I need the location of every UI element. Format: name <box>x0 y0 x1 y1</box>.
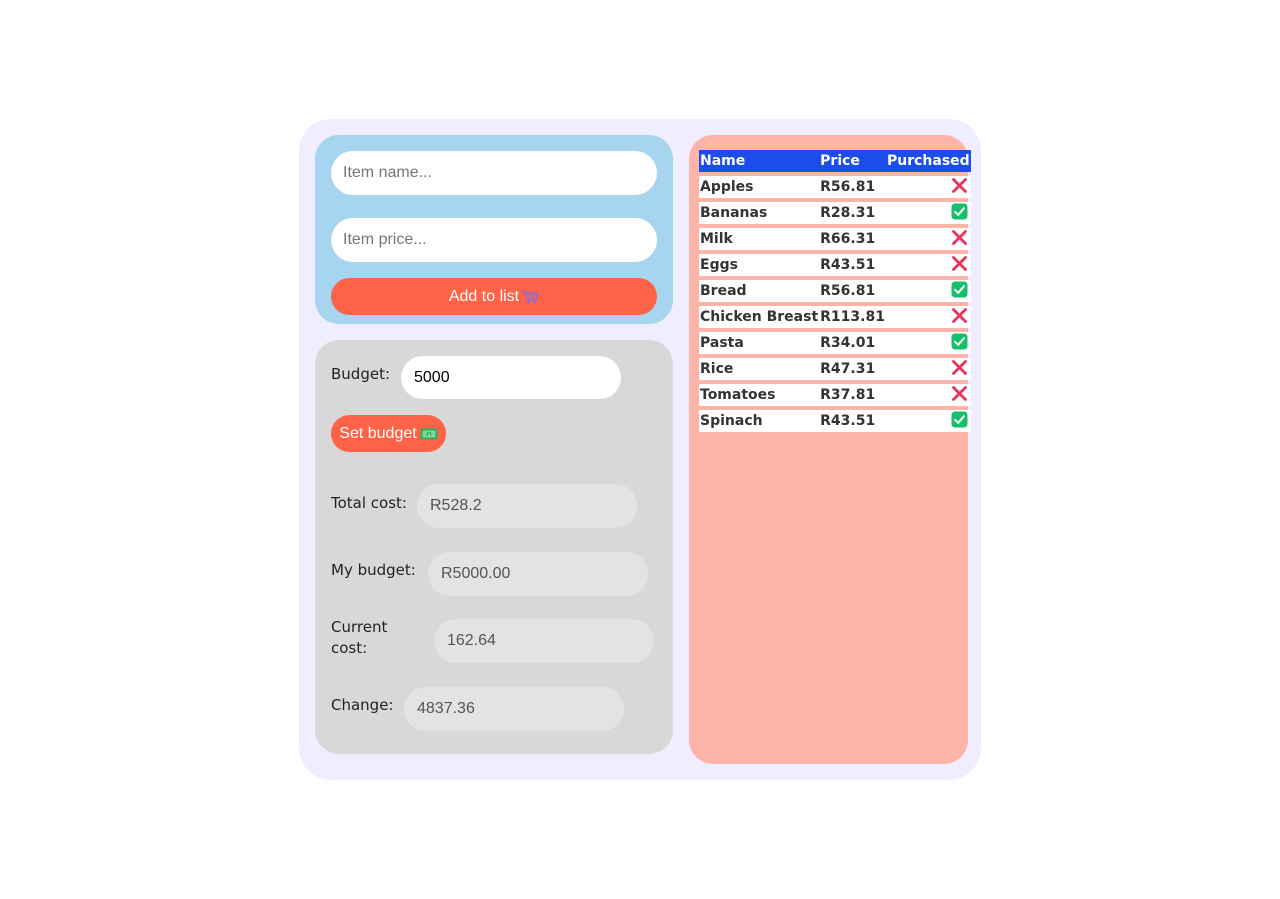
item-name-input[interactable] <box>331 151 657 195</box>
check-icon[interactable] <box>951 333 968 354</box>
budget-label: Budget: <box>331 365 391 383</box>
x-icon[interactable] <box>951 307 968 328</box>
shopping-list-table: Name Price Purchased Apples R56.81 Bananas… <box>699 146 971 436</box>
budget-card: Budget: Set budget $ Total cost: R528.2 … <box>315 340 673 754</box>
item-name-cell: Milk <box>699 228 820 250</box>
item-purchased-cell <box>885 332 971 354</box>
item-name-cell: Tomatoes <box>699 384 820 406</box>
app-container: Add to list Budget: Set budget $ <box>299 119 981 780</box>
my-budget-label: My budget: <box>331 561 416 579</box>
check-icon[interactable] <box>951 203 968 224</box>
total-cost-label: Total cost: <box>331 494 407 512</box>
table-row: Eggs R43.51 <box>699 254 971 276</box>
table-row: Chicken Breast R113.81 <box>699 306 971 328</box>
table-row: Bread R56.81 <box>699 280 971 302</box>
item-purchased-cell <box>885 176 971 198</box>
add-item-card: Add to list <box>315 135 673 324</box>
item-name-cell: Spinach <box>699 410 820 432</box>
item-price-cell: R43.51 <box>819 410 886 432</box>
current-cost-value: 162.64 <box>434 619 654 663</box>
item-name-cell: Apples <box>699 176 820 198</box>
item-price-cell: R47.31 <box>819 358 886 380</box>
item-price-cell: R56.81 <box>819 176 886 198</box>
item-purchased-cell <box>885 228 971 250</box>
item-price-cell: R37.81 <box>819 384 886 406</box>
table-row: Pasta R34.01 <box>699 332 971 354</box>
item-purchased-cell <box>885 410 971 432</box>
money-icon: $ <box>420 427 438 441</box>
x-icon[interactable] <box>951 229 968 250</box>
table-row: Milk R66.31 <box>699 228 971 250</box>
item-name-cell: Eggs <box>699 254 820 276</box>
check-icon[interactable] <box>951 281 968 302</box>
item-name-cell: Rice <box>699 358 820 380</box>
shopping-list-card: Name Price Purchased Apples R56.81 Bananas… <box>689 135 971 764</box>
total-cost-value: R528.2 <box>417 484 637 528</box>
column-header-purchased: Purchased <box>885 150 971 172</box>
my-budget-value: R5000.00 <box>428 552 648 596</box>
x-icon[interactable] <box>951 177 968 198</box>
item-name-cell: Bananas <box>699 202 820 224</box>
item-name-cell: Bread <box>699 280 820 302</box>
change-label: Change: <box>331 696 394 714</box>
item-purchased-cell <box>885 384 971 406</box>
change-value: 4837.36 <box>404 687 624 731</box>
item-purchased-cell <box>885 280 971 302</box>
item-purchased-cell <box>885 202 971 224</box>
x-icon[interactable] <box>951 385 968 406</box>
table-row: Apples R56.81 <box>699 176 971 198</box>
item-purchased-cell <box>885 358 971 380</box>
item-name-cell: Pasta <box>699 332 820 354</box>
shopping-cart-icon <box>521 289 540 305</box>
item-price-cell: R34.01 <box>819 332 886 354</box>
table-row: Spinach R43.51 <box>699 410 971 432</box>
svg-text:$: $ <box>427 431 430 437</box>
column-header-name: Name <box>699 150 820 172</box>
item-purchased-cell <box>885 254 971 276</box>
set-budget-label: Set budget <box>339 424 417 442</box>
table-header-row: Name Price Purchased <box>699 150 971 172</box>
item-price-cell: R56.81 <box>819 280 886 302</box>
table-row: Tomatoes R37.81 <box>699 384 971 406</box>
current-cost-label-line1: Current <box>331 618 388 636</box>
item-price-cell: R66.31 <box>819 228 886 250</box>
table-row: Bananas R28.31 <box>699 202 971 224</box>
item-price-input[interactable] <box>331 218 657 262</box>
current-cost-label-line2: cost: <box>331 639 368 657</box>
check-icon[interactable] <box>951 411 968 432</box>
item-price-cell: R43.51 <box>819 254 886 276</box>
budget-input[interactable] <box>401 356 621 399</box>
table-row: Rice R47.31 <box>699 358 971 380</box>
x-icon[interactable] <box>951 255 968 276</box>
x-icon[interactable] <box>951 359 968 380</box>
item-name-cell: Chicken Breast <box>699 306 820 328</box>
item-price-cell: R113.81 <box>819 306 886 328</box>
item-price-cell: R28.31 <box>819 202 886 224</box>
set-budget-button[interactable]: Set budget $ <box>331 415 446 452</box>
column-header-price: Price <box>819 150 886 172</box>
add-to-list-label: Add to list <box>448 287 520 305</box>
add-to-list-button[interactable]: Add to list <box>331 278 657 315</box>
item-purchased-cell <box>885 306 971 328</box>
